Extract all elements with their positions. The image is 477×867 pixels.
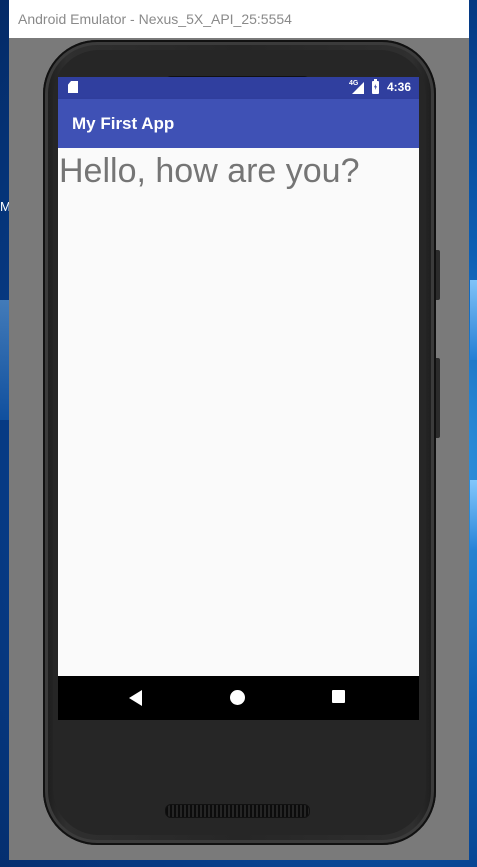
network-type: 4G (349, 80, 359, 87)
home-icon[interactable] (230, 690, 245, 705)
greeting-text: Hello, how are you? (59, 152, 360, 190)
sd-card-icon (68, 81, 78, 93)
power-button[interactable] (436, 250, 440, 300)
recents-icon[interactable] (332, 690, 345, 703)
desktop-wallpaper-glow (0, 300, 9, 420)
battery-charging-icon (372, 79, 379, 94)
window-title: Android Emulator - Nexus_5X_API_25:5554 (18, 11, 292, 27)
app-content: Hello, how are you? (58, 148, 419, 676)
emulator-window: Android Emulator - Nexus_5X_API_25:5554 … (9, 0, 469, 860)
app-title: My First App (72, 114, 175, 133)
window-titlebar[interactable]: Android Emulator - Nexus_5X_API_25:5554 (9, 0, 469, 38)
app-toolbar: My First App (58, 99, 419, 148)
device-screen[interactable]: 4G 4:36 My First App Hello, how are you? (58, 77, 419, 720)
bottom-speaker-grille (165, 804, 310, 818)
volume-button[interactable] (436, 358, 440, 438)
navigation-bar (58, 676, 419, 720)
status-bar: 4G 4:36 (58, 77, 419, 99)
back-icon[interactable] (129, 690, 142, 706)
status-time: 4:36 (387, 80, 412, 94)
desktop-wallpaper-glow (470, 480, 477, 550)
desktop-wallpaper-glow (470, 280, 477, 360)
